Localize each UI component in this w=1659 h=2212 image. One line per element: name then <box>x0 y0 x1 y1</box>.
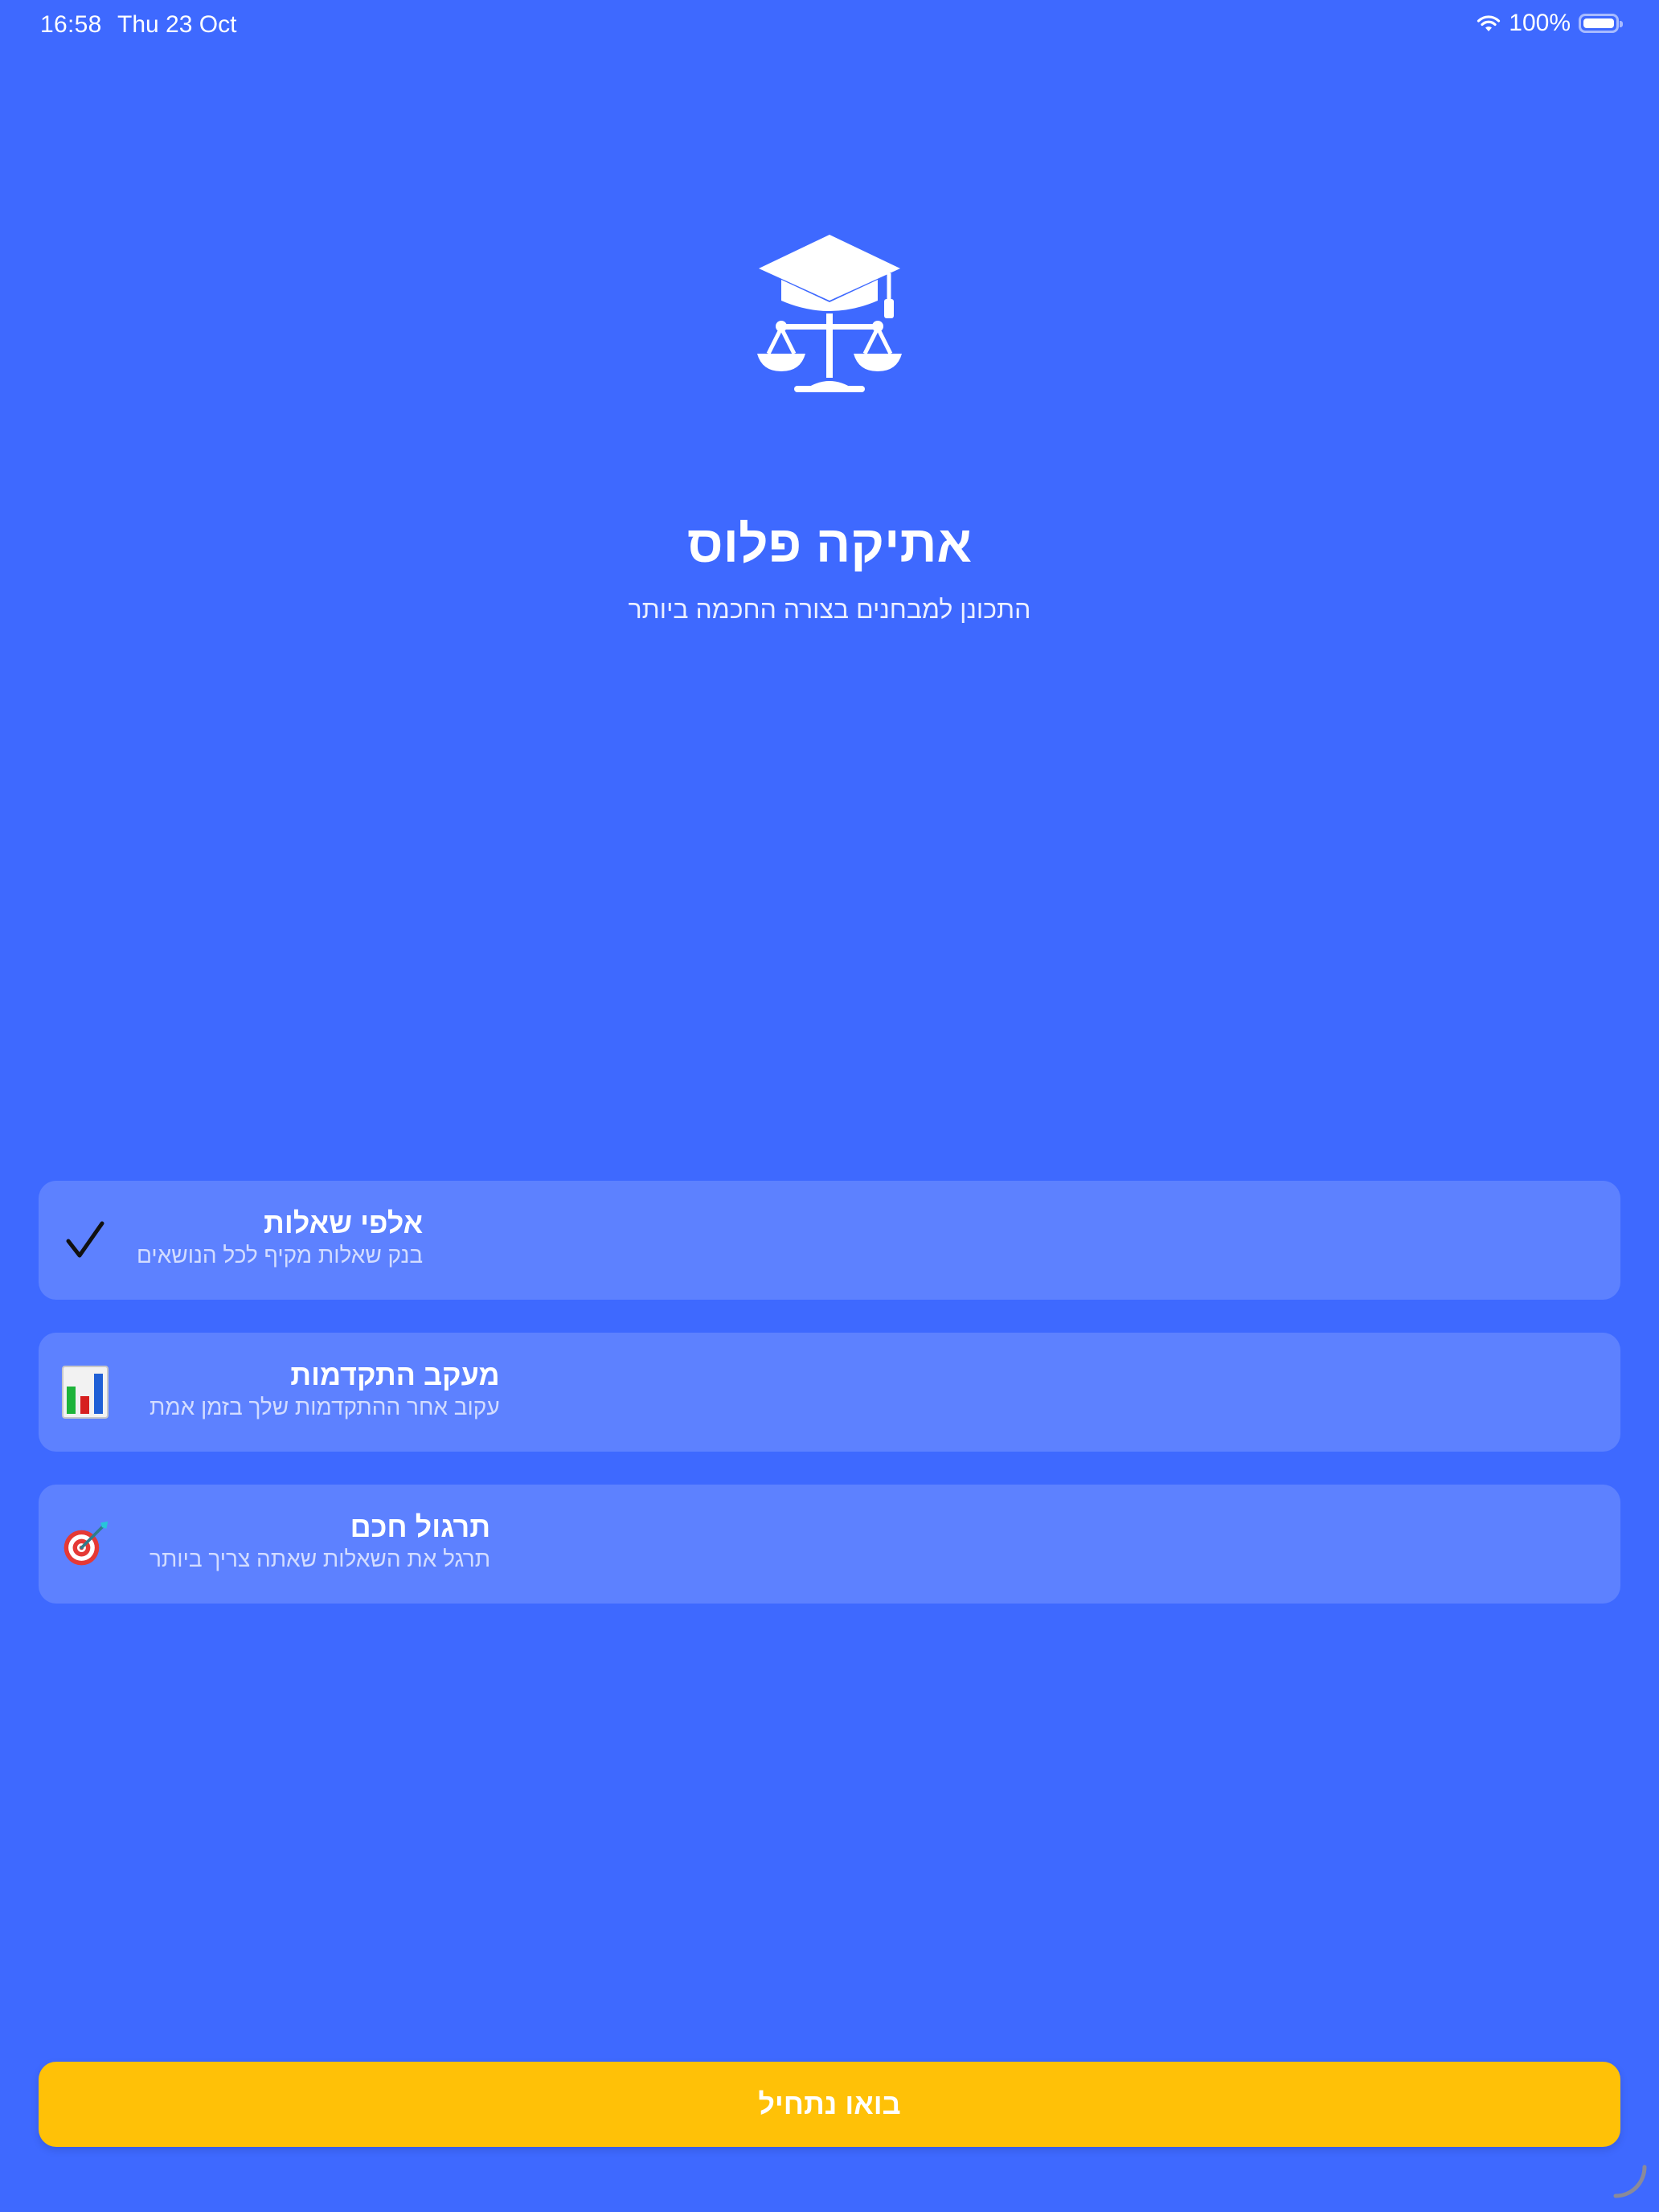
start-button[interactable]: בואו נתחיל <box>39 2062 1620 2147</box>
feature-description: בנק שאלות מקיף לכל הנושאים <box>137 1243 424 1268</box>
status-date: Thu 23 Oct <box>117 11 237 38</box>
loading-spinner-icon <box>1611 2162 1649 2201</box>
battery-icon <box>1579 14 1623 33</box>
status-time: 16:58 <box>40 11 102 38</box>
feature-title: תרגול חכם <box>350 1510 491 1543</box>
status-indicators: 100% <box>1477 10 1623 37</box>
checkmark-icon <box>61 1216 109 1264</box>
battery-percentage: 100% <box>1509 10 1571 36</box>
feature-card-questions: אלפי שאלות בנק שאלות מקיף לכל הנושאים <box>39 1181 1620 1300</box>
feature-card-progress: מעקב התקדמות עקוב אחר ההתקדמות שלך בזמן … <box>39 1333 1620 1452</box>
feature-description: תרגל את השאלות שאתה צריך ביותר <box>150 1546 491 1571</box>
feature-title: מעקב התקדמות <box>290 1358 500 1391</box>
feature-card-smart-practice: תרגול חכם תרגל את השאלות שאתה צריך ביותר <box>39 1485 1620 1604</box>
graduation-cap-scales-icon <box>749 233 910 394</box>
bar-chart-icon <box>61 1366 109 1419</box>
feature-description: עקוב אחר ההתקדמות שלך בזמן אמת <box>150 1395 500 1419</box>
app-subtitle: התכונן למבחנים בצורה החכמה ביותר <box>628 595 1031 624</box>
feature-title: אלפי שאלות <box>264 1206 424 1239</box>
target-dart-icon <box>61 1520 109 1568</box>
wifi-icon <box>1477 14 1501 33</box>
status-bar: 16:58 Thu 23 Oct 100% <box>0 0 1659 51</box>
app-title: אתיקה פלוס <box>686 515 973 573</box>
